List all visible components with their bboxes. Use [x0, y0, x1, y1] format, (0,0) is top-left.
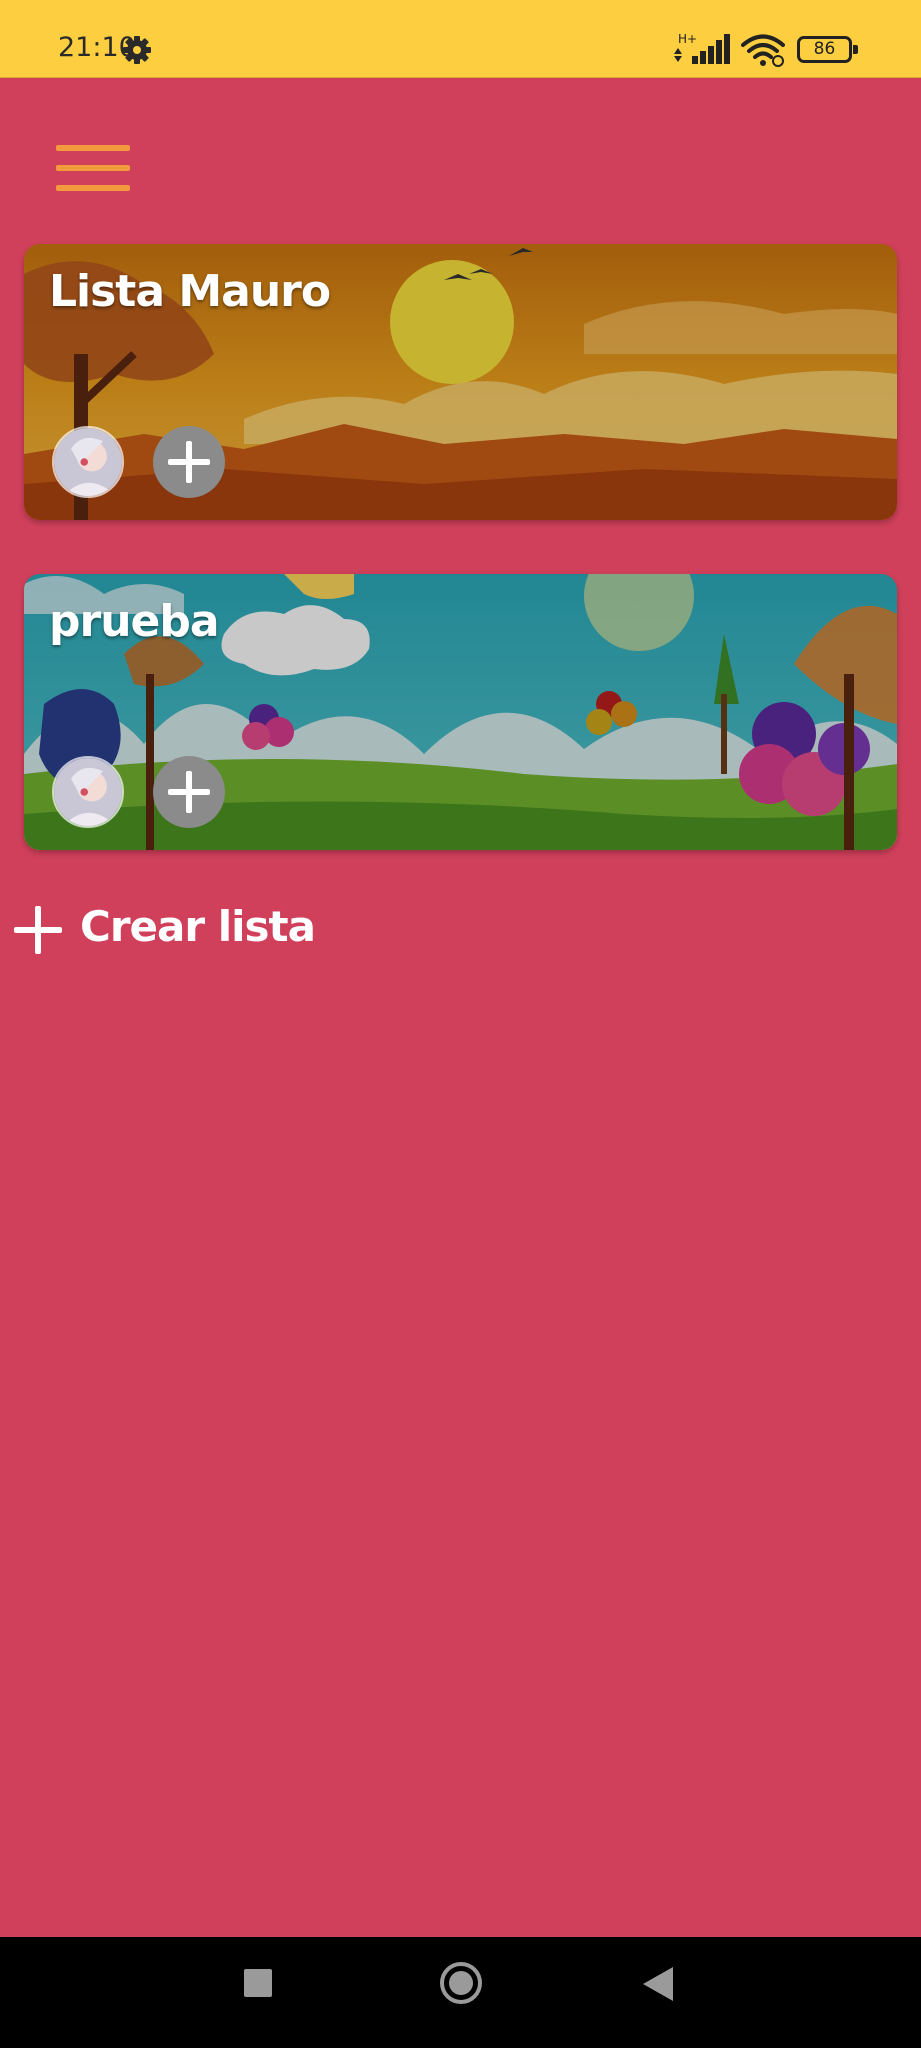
add-member-button[interactable] — [153, 756, 225, 828]
list-title: Lista Mauro — [49, 266, 331, 317]
back-button[interactable] — [643, 1967, 673, 2001]
recent-apps-button[interactable] — [244, 1969, 272, 1997]
signal-icon — [674, 34, 730, 64]
list-card-lista-mauro[interactable]: Lista Mauro — [24, 244, 897, 520]
plus-icon — [14, 906, 62, 954]
battery-icon: 86 — [797, 36, 858, 63]
avatar-photo-icon — [54, 428, 122, 496]
gear-icon — [123, 36, 151, 64]
create-list-button[interactable]: Crear lista — [14, 900, 316, 960]
menu-icon-bar — [56, 185, 130, 191]
member-avatar[interactable] — [52, 756, 124, 828]
add-member-button[interactable] — [153, 426, 225, 498]
menu-button[interactable] — [56, 145, 130, 197]
member-avatar[interactable] — [52, 426, 124, 498]
status-bar: 21:10 H+ 86 — [0, 0, 921, 78]
create-list-label: Crear lista — [80, 902, 316, 951]
list-title: prueba — [49, 596, 220, 647]
battery-level: 86 — [813, 39, 836, 59]
menu-icon-bar — [56, 165, 130, 171]
avatar-photo-icon — [54, 758, 122, 826]
wifi-icon — [741, 34, 785, 67]
home-button[interactable] — [440, 1962, 482, 2004]
menu-icon-bar — [56, 145, 130, 151]
list-card-prueba[interactable]: prueba — [24, 574, 897, 850]
